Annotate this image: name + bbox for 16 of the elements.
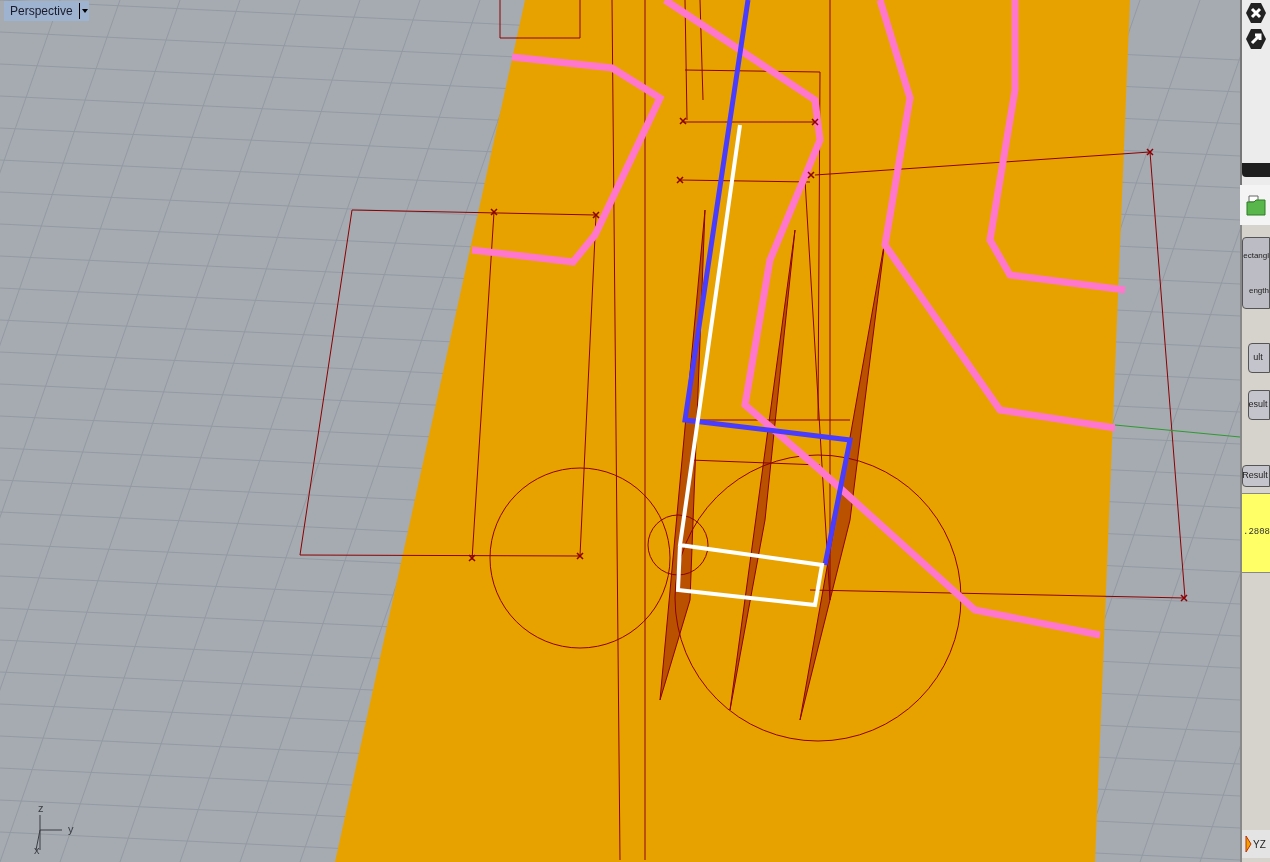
dropdown-arrow-icon[interactable] (78, 3, 89, 19)
arrow-icon[interactable] (1245, 28, 1267, 50)
component-node[interactable]: ectangl ength (1242, 237, 1270, 309)
component-label: ength (1248, 285, 1269, 296)
axis-z-label: z (38, 801, 44, 816)
axis-y-label: y (68, 822, 74, 837)
component-label: ectangl (1243, 250, 1269, 261)
folder-icon[interactable] (1246, 194, 1266, 216)
component-node[interactable]: ult (1248, 343, 1270, 373)
dark-bar (1242, 163, 1270, 177)
panel-value: .2808 (1242, 493, 1270, 573)
plane-icon (1245, 835, 1252, 853)
close-icon[interactable] (1245, 2, 1267, 24)
axis-x-label: x (34, 843, 40, 858)
component-node[interactable]: esult (1248, 390, 1270, 420)
component-node[interactable]: Result (1242, 465, 1270, 487)
